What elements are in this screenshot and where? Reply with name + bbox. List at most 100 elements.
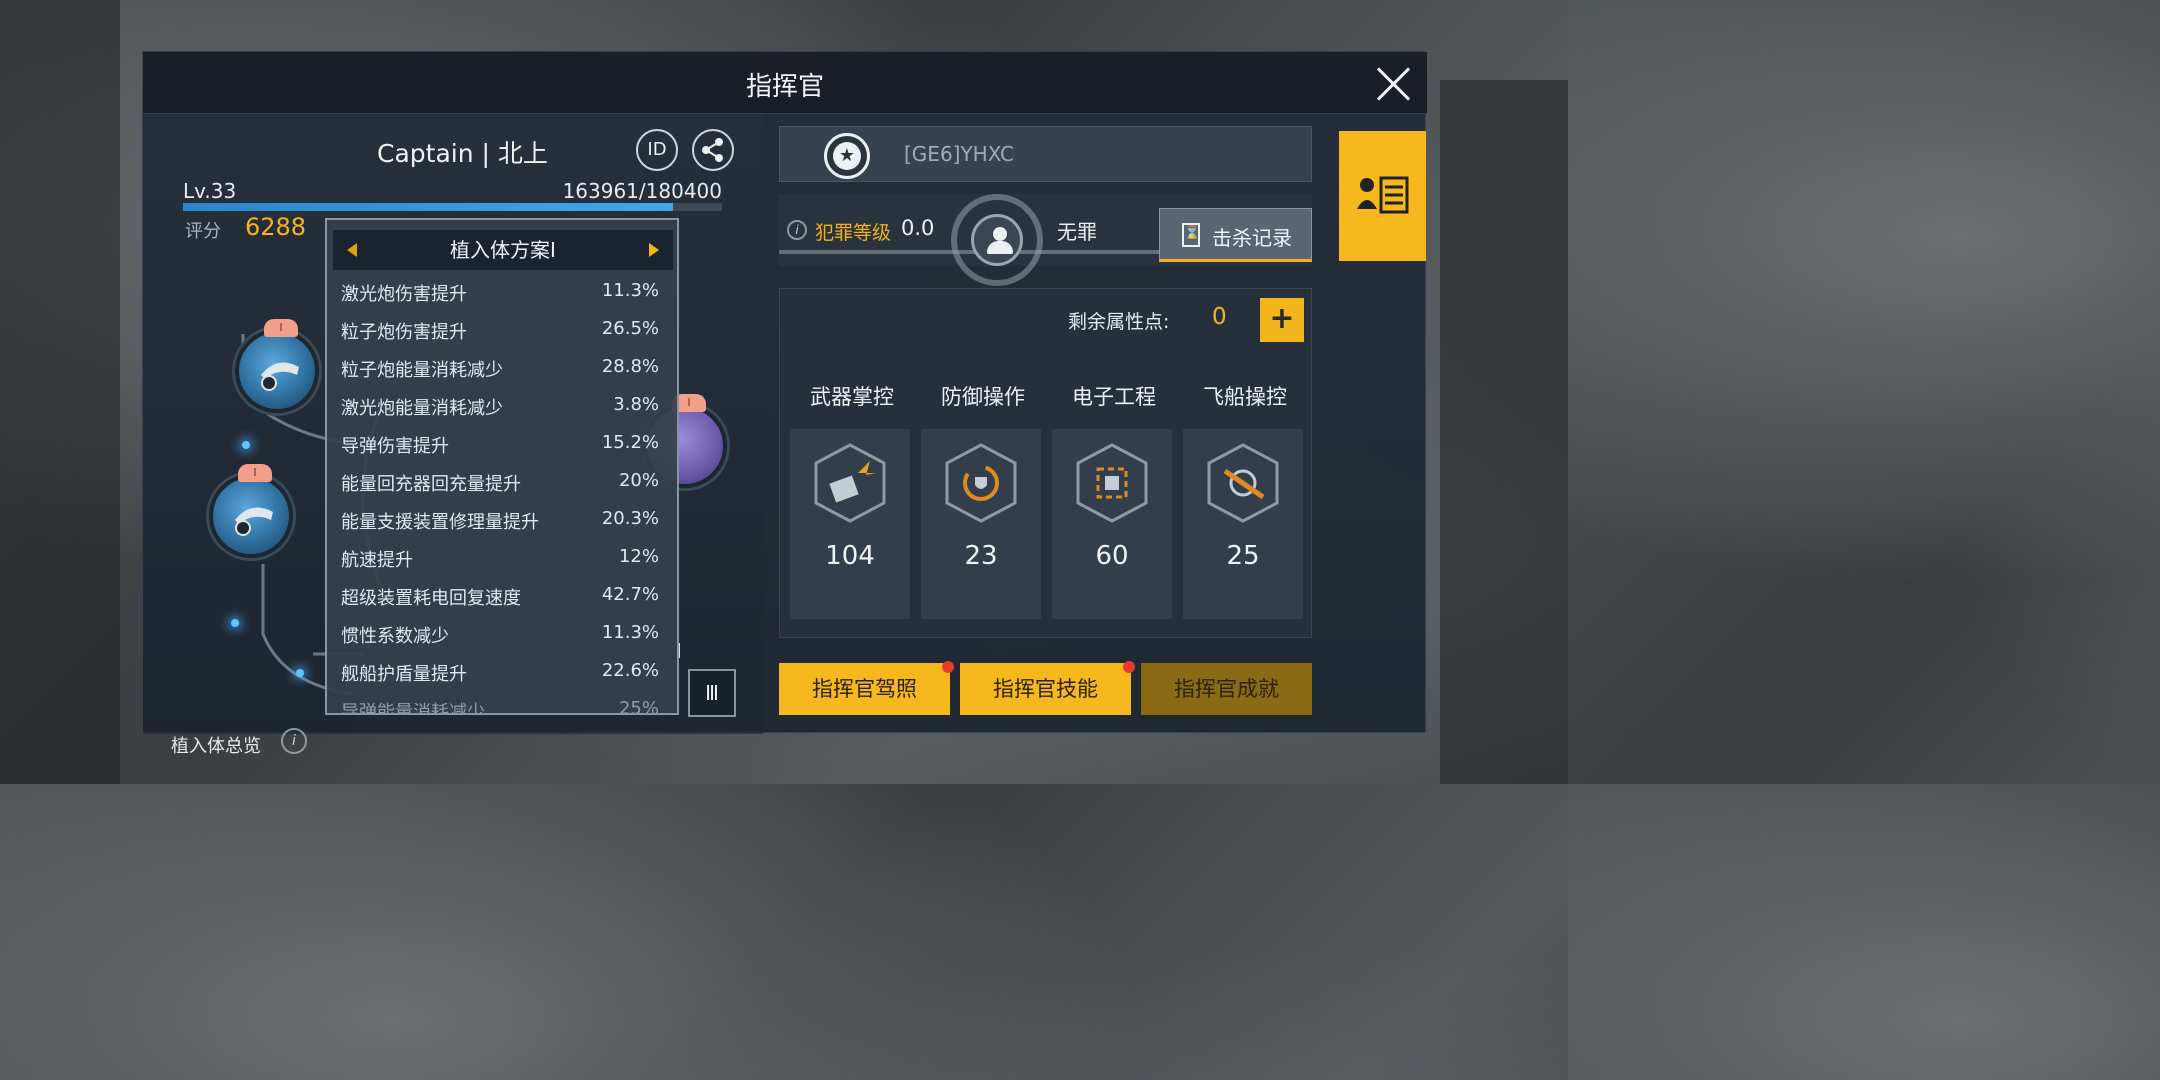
stat-title: 武器掌控: [810, 385, 894, 409]
xp-text: 163961/180400: [562, 179, 722, 203]
commander-achievements-label: 指挥官成就: [1174, 677, 1279, 701]
stat-piloting[interactable]: 25: [1183, 429, 1303, 619]
node-glow: [296, 669, 304, 677]
commander-achievements-button[interactable]: 指挥官成就: [1141, 663, 1312, 715]
plan-title: 植入体方案I: [450, 238, 556, 262]
plan-row: 导弹伤害提升 15.2%: [341, 432, 659, 462]
bonus-value: 28.8%: [601, 356, 659, 377]
info-icon[interactable]: i: [281, 728, 307, 754]
background-pillar: [1440, 80, 1568, 784]
rank-icon: ★: [824, 133, 870, 179]
bonus-name: 导弹能量消耗减少: [341, 702, 485, 715]
commander-license-label: 指挥官驾照: [812, 677, 917, 701]
defense-icon: [945, 443, 1017, 523]
guild-bar: ★ [GE6]YHXC: [779, 126, 1312, 182]
xp-bar-fill: [183, 203, 673, 211]
bonus-value: 11.3%: [601, 280, 659, 301]
plan-row: 粒子炮伤害提升 26.5%: [341, 318, 659, 348]
bonus-name: 能量支援装置修理量提升: [341, 512, 539, 533]
implant-tier-tag: I: [238, 464, 272, 482]
plan-row: 激光炮能量消耗减少 3.8%: [341, 394, 659, 424]
plan-header: 植入体方案I: [333, 230, 673, 270]
tier-button[interactable]: Ⅲ: [688, 669, 736, 717]
bonus-value: 20.3%: [601, 508, 659, 529]
implant-slot[interactable]: I: [209, 464, 293, 558]
id-button[interactable]: ID: [636, 129, 678, 171]
share-icon: [702, 138, 723, 162]
kill-record-button[interactable]: 击杀记录: [1159, 208, 1312, 262]
title-bar: 指挥官: [143, 52, 1427, 114]
node-glow: [242, 441, 250, 449]
remaining-points-value: 0: [1212, 304, 1227, 330]
implant-icon: [261, 362, 299, 391]
commander-skills-button[interactable]: 指挥官技能: [960, 661, 1135, 715]
plan-row: 粒子炮能量消耗减少 28.8%: [341, 356, 659, 386]
xp-bar: [183, 203, 722, 211]
avatar: [951, 194, 1043, 286]
bonus-name: 能量回充器回充量提升: [341, 474, 521, 495]
bonus-name: 航速提升: [341, 550, 413, 571]
stat-value: 25: [1226, 541, 1260, 571]
plan-row: 航速提升 12%: [341, 546, 659, 576]
bonus-name: 导弹伤害提升: [341, 436, 449, 457]
commander-license-button[interactable]: 指挥官驾照: [779, 661, 954, 715]
bonus-name: 舰船护盾量提升: [341, 664, 467, 685]
plan-row: 能量回充器回充量提升 20%: [341, 470, 659, 500]
bonus-value: 22.6%: [601, 660, 659, 681]
bonus-value: 20%: [618, 470, 659, 491]
prev-plan-arrow-icon[interactable]: [339, 230, 367, 270]
background-pillar: [0, 0, 120, 784]
bonus-name: 激光炮能量消耗减少: [341, 398, 503, 419]
stat-value: 104: [825, 541, 875, 571]
plan-row: 惯性系数减少 11.3%: [341, 622, 659, 652]
stat-value: 23: [964, 541, 998, 571]
bonus-name: 激光炮伤害提升: [341, 284, 467, 305]
implant-icon: [235, 507, 273, 536]
stat-title: 防御操作: [941, 385, 1025, 409]
score-value: 6288: [245, 213, 307, 241]
info-icon[interactable]: i: [787, 220, 807, 240]
crime-level-label: 犯罪等级: [815, 222, 892, 244]
hourglass-icon: [1182, 223, 1200, 247]
implant-tier-tag: I: [264, 319, 298, 337]
plan-row: 能量支援装置修理量提升 20.3%: [341, 508, 659, 538]
bonus-value: 3.8%: [613, 394, 659, 415]
bonus-value: 11.3%: [601, 622, 659, 643]
stat-title: 电子工程: [1072, 385, 1156, 409]
commander-skills-label: 指挥官技能: [993, 677, 1098, 701]
stat-weapon[interactable]: 104: [790, 429, 910, 619]
player-name: Captain | 北上: [377, 139, 548, 168]
bonus-value: 25%: [618, 698, 659, 715]
guild-tag: [GE6]YHXC: [904, 142, 1014, 166]
bonus-value: 15.2%: [601, 432, 659, 453]
add-points-button[interactable]: +: [1260, 298, 1304, 342]
node-glow: [231, 619, 239, 627]
implant-slot[interactable]: I: [235, 319, 319, 413]
bonus-value: 42.7%: [601, 584, 659, 605]
bonus-name: 粒子炮伤害提升: [341, 322, 467, 343]
electronics-icon: [1076, 443, 1148, 523]
weapon-icon: [814, 443, 886, 523]
stat-electronics[interactable]: 60: [1052, 429, 1172, 619]
implant-plan-popup: 植入体方案I 激光炮伤害提升 11.3% 粒子炮伤害提升 26.5% 粒子炮能量消耗…: [325, 218, 679, 715]
profile-tab[interactable]: [1339, 131, 1426, 261]
next-plan-arrow-icon[interactable]: [639, 230, 667, 270]
kill-record-label: 击杀记录: [1212, 226, 1292, 250]
bonus-value: 26.5%: [601, 318, 659, 339]
notification-dot: [1123, 661, 1135, 673]
window-title: 指挥官: [745, 72, 824, 102]
crime-status: 无罪: [1057, 220, 1097, 244]
notification-dot: [942, 661, 954, 673]
crime-bar: i 犯罪等级 0.0 无罪 击杀记录: [779, 194, 1312, 286]
plan-row: 超级装置耗电回复速度 42.7%: [341, 584, 659, 614]
profile-list-icon: [1357, 176, 1409, 214]
share-button[interactable]: [692, 129, 734, 171]
stat-defense[interactable]: 23: [921, 429, 1041, 619]
level-label: Lv.33: [183, 179, 237, 203]
implant-overview-label[interactable]: 植入体总览: [171, 732, 261, 758]
plan-row: 激光炮伤害提升 11.3%: [341, 280, 659, 310]
bonus-name: 超级装置耗电回复速度: [341, 588, 521, 609]
close-icon[interactable]: [1373, 64, 1413, 104]
stat-value: 60: [1095, 541, 1129, 571]
crime-level-value: 0.0: [901, 216, 935, 240]
